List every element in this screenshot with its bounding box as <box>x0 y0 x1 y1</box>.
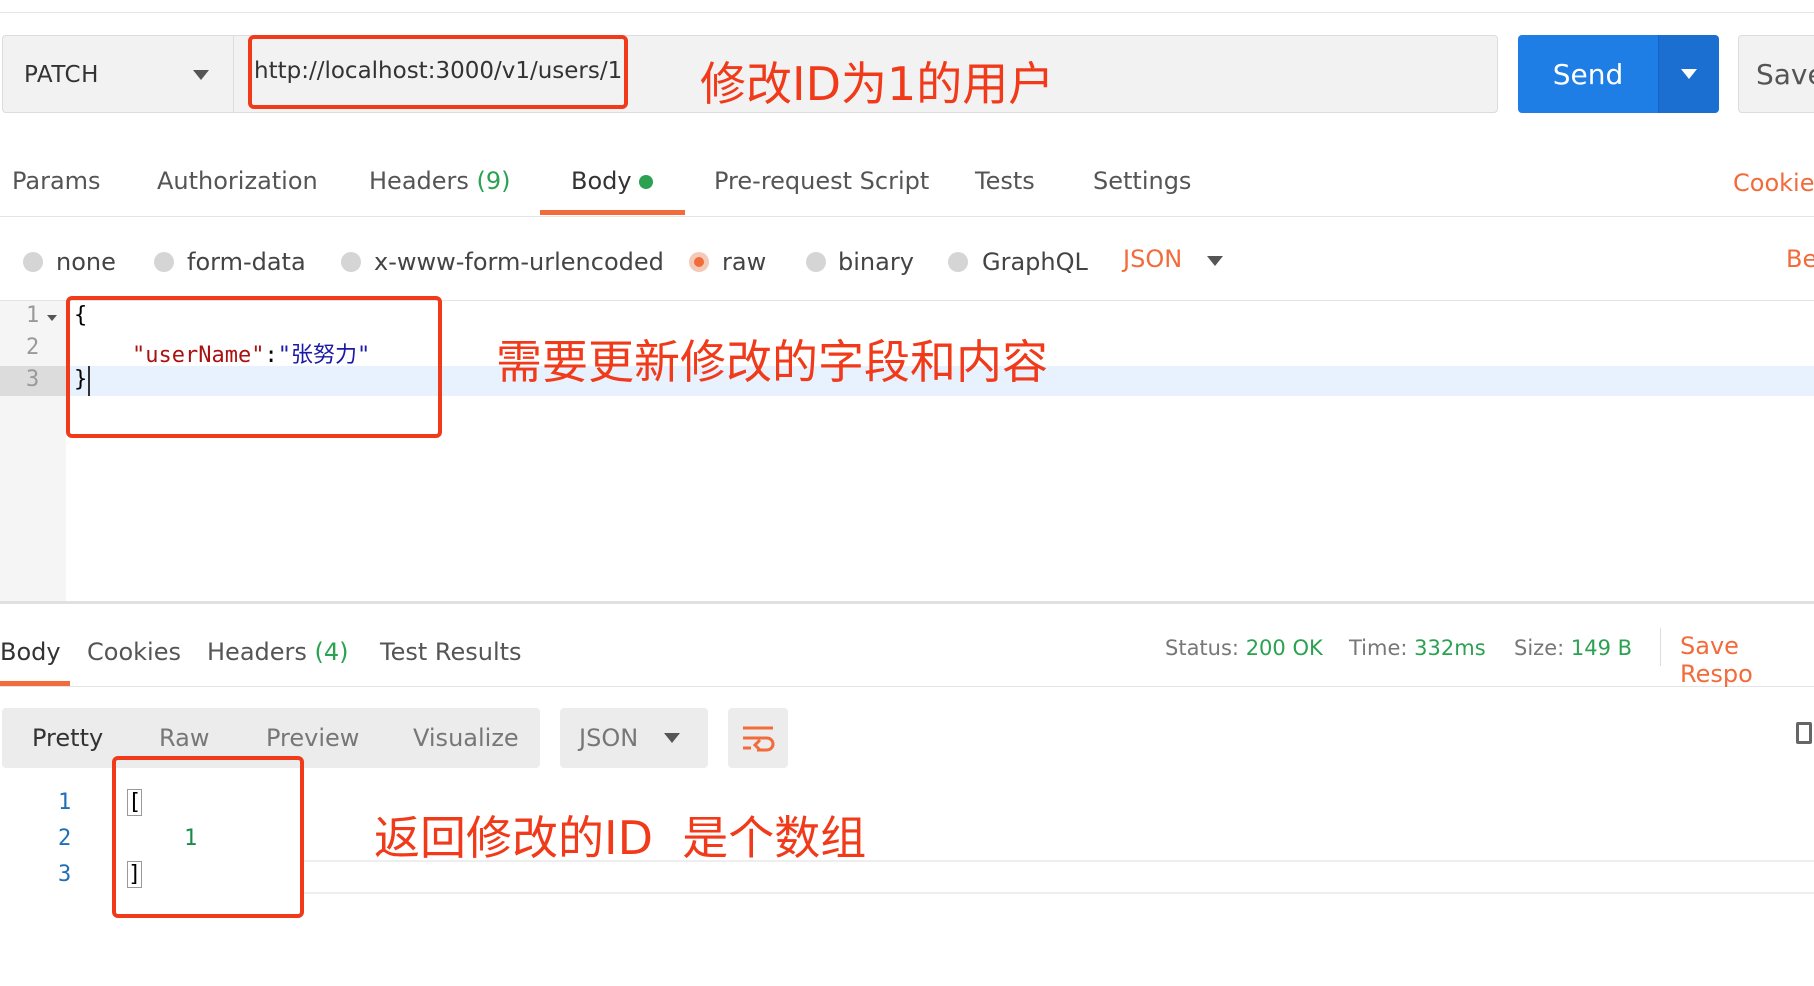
send-button[interactable]: Send <box>1518 35 1658 113</box>
response-tab-body[interactable]: Body <box>0 638 61 666</box>
tab-headers[interactable]: Headers (9) <box>369 167 511 195</box>
response-format-label: JSON <box>579 724 639 752</box>
url-highlight-box <box>248 35 628 109</box>
top-divider <box>0 12 1814 13</box>
tab-tests[interactable]: Tests <box>975 167 1035 195</box>
save-label: Save <box>1756 58 1814 91</box>
chevron-down-icon <box>1207 256 1223 266</box>
status-value: 200 OK <box>1245 636 1323 660</box>
view-raw[interactable]: Raw <box>159 724 209 752</box>
radio-raw-label: raw <box>722 248 767 276</box>
status-label: Status: <box>1165 636 1239 660</box>
size-readout: Size: 149 B <box>1514 636 1632 660</box>
tab-params[interactable]: Params <box>12 167 101 195</box>
tab-settings[interactable]: Settings <box>1093 167 1191 195</box>
tab-headers-label: Headers <box>369 167 469 195</box>
radio-graphql[interactable] <box>948 252 968 272</box>
body-active-dot <box>639 175 653 189</box>
copy-icon[interactable] <box>1796 722 1812 744</box>
wrap-lines-icon <box>743 726 775 752</box>
method-label: PATCH <box>24 62 99 88</box>
radio-urlencoded[interactable] <box>341 252 361 272</box>
body-format-select[interactable]: JSON <box>1123 245 1182 273</box>
tab-authorization[interactable]: Authorization <box>157 167 318 195</box>
cookies-link[interactable]: Cookies <box>1733 169 1814 197</box>
wrap-lines-button[interactable] <box>728 708 788 768</box>
code-row-line <box>300 892 1814 894</box>
status-separator <box>1660 628 1661 666</box>
chevron-down-icon <box>193 70 209 80</box>
radio-graphql-label: GraphQL <box>982 248 1088 276</box>
view-pretty[interactable]: Pretty <box>32 724 103 752</box>
radio-raw[interactable] <box>689 252 709 272</box>
view-preview[interactable]: Preview <box>266 724 359 752</box>
radio-urlencoded-label: x-www-form-urlencoded <box>374 248 664 276</box>
response-line-number: 1 <box>58 790 72 815</box>
radio-form-data[interactable] <box>154 252 174 272</box>
line-number: 1 <box>26 303 40 328</box>
response-highlight-box <box>112 756 304 918</box>
size-value: 149 B <box>1570 636 1633 660</box>
response-tab-headers-label: Headers <box>207 638 307 666</box>
url-annotation: 修改ID为1的用户 <box>700 57 1055 111</box>
beautify-link[interactable]: Be <box>1786 245 1814 273</box>
pane-divider[interactable] <box>0 601 1814 604</box>
chevron-down-icon <box>664 733 680 743</box>
fold-icon[interactable] <box>47 315 57 321</box>
radio-binary-label: binary <box>838 248 914 276</box>
radio-selected-dot <box>694 257 704 267</box>
status-readout: Status: 200 OK <box>1165 636 1323 660</box>
response-tab-cookies[interactable]: Cookies <box>87 638 181 666</box>
time-label: Time: <box>1349 636 1408 660</box>
line-number: 3 <box>26 367 40 392</box>
response-tab-headers-count: (4) <box>314 638 349 666</box>
time-readout: Time: 332ms <box>1349 636 1486 660</box>
size-label: Size: <box>1514 636 1565 660</box>
response-annotation: 返回修改的ID 是个数组 <box>374 811 867 865</box>
tab-headers-count: (9) <box>476 167 511 195</box>
tab-pre-request-script[interactable]: Pre-request Script <box>714 167 929 195</box>
time-value: 332ms <box>1414 636 1486 660</box>
radio-form-data-label: form-data <box>187 248 306 276</box>
radio-none[interactable] <box>23 252 43 272</box>
view-visualize[interactable]: Visualize <box>413 724 519 752</box>
tabs-divider <box>0 216 1814 217</box>
tab-body[interactable]: Body <box>571 167 632 195</box>
radio-binary[interactable] <box>806 252 826 272</box>
body-annotation: 需要更新修改的字段和内容 <box>496 335 1048 389</box>
radio-none-label: none <box>56 248 116 276</box>
body-highlight-box <box>66 296 442 438</box>
response-line-number: 2 <box>58 826 72 851</box>
response-tabs-divider <box>0 686 1814 687</box>
response-tab-headers[interactable]: Headers (4) <box>207 638 349 666</box>
send-dropdown-button[interactable] <box>1658 35 1719 113</box>
response-tab-test-results[interactable]: Test Results <box>380 638 522 666</box>
save-response-button[interactable]: Save Respo <box>1680 632 1814 688</box>
line-number: 2 <box>26 335 40 360</box>
response-line-number: 3 <box>58 862 72 887</box>
chevron-down-icon <box>1681 69 1697 79</box>
tab-active-indicator <box>540 210 685 215</box>
